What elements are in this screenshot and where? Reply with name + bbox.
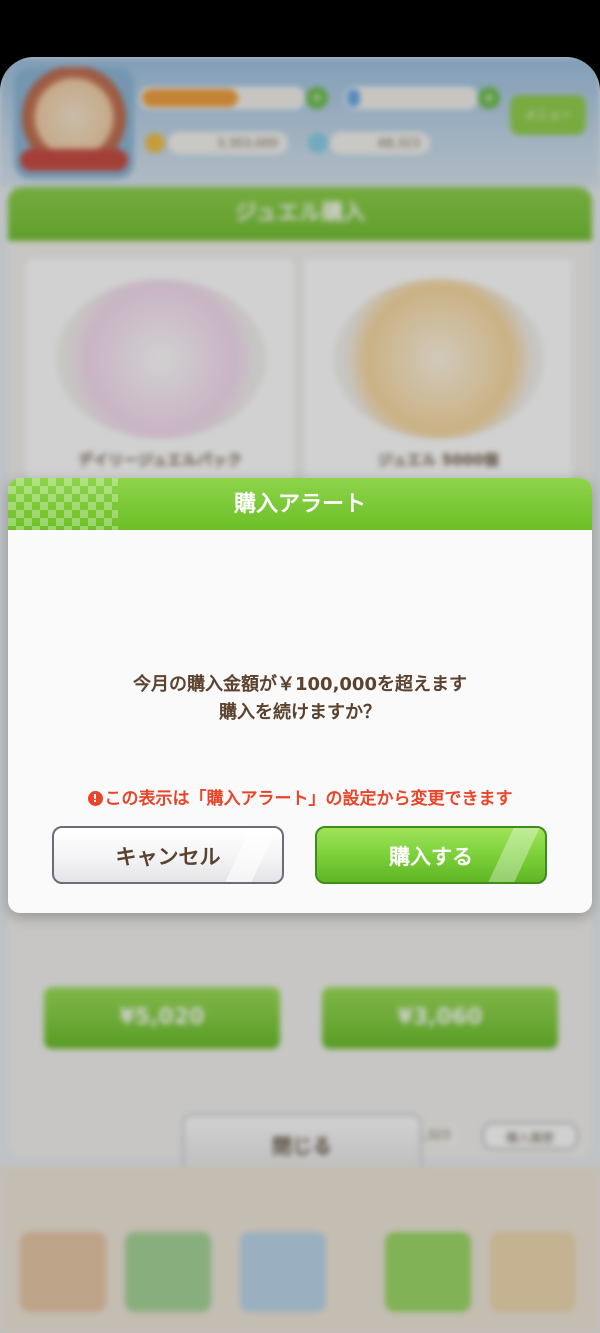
confirm-purchase-button[interactable]: 購入する <box>315 826 547 884</box>
cancel-label: キャンセル <box>115 845 221 869</box>
cancel-button[interactable]: キャンセル <box>52 826 284 884</box>
alert-message-line1: 今月の購入金額が￥100,000を超えます <box>133 674 467 695</box>
settings-note-text: この表示は「購入アラート」の設定から変更できます <box>104 789 513 809</box>
settings-note: ! この表示は「購入アラート」の設定から変更できます <box>8 784 592 809</box>
button-shine <box>488 828 540 882</box>
dialog-header: 購入アラート <box>8 478 592 532</box>
purchase-alert-dialog: 購入アラート 今月の購入金額が￥100,000を超えます 購入を続けますか？ !… <box>8 478 592 913</box>
confirm-label: 購入する <box>389 845 473 869</box>
button-shine <box>225 828 277 882</box>
exclamation-icon: ! <box>87 791 103 806</box>
dialog-title: 購入アラート <box>233 492 366 517</box>
alert-message-line2: 購入を続けますか？ <box>219 702 381 723</box>
